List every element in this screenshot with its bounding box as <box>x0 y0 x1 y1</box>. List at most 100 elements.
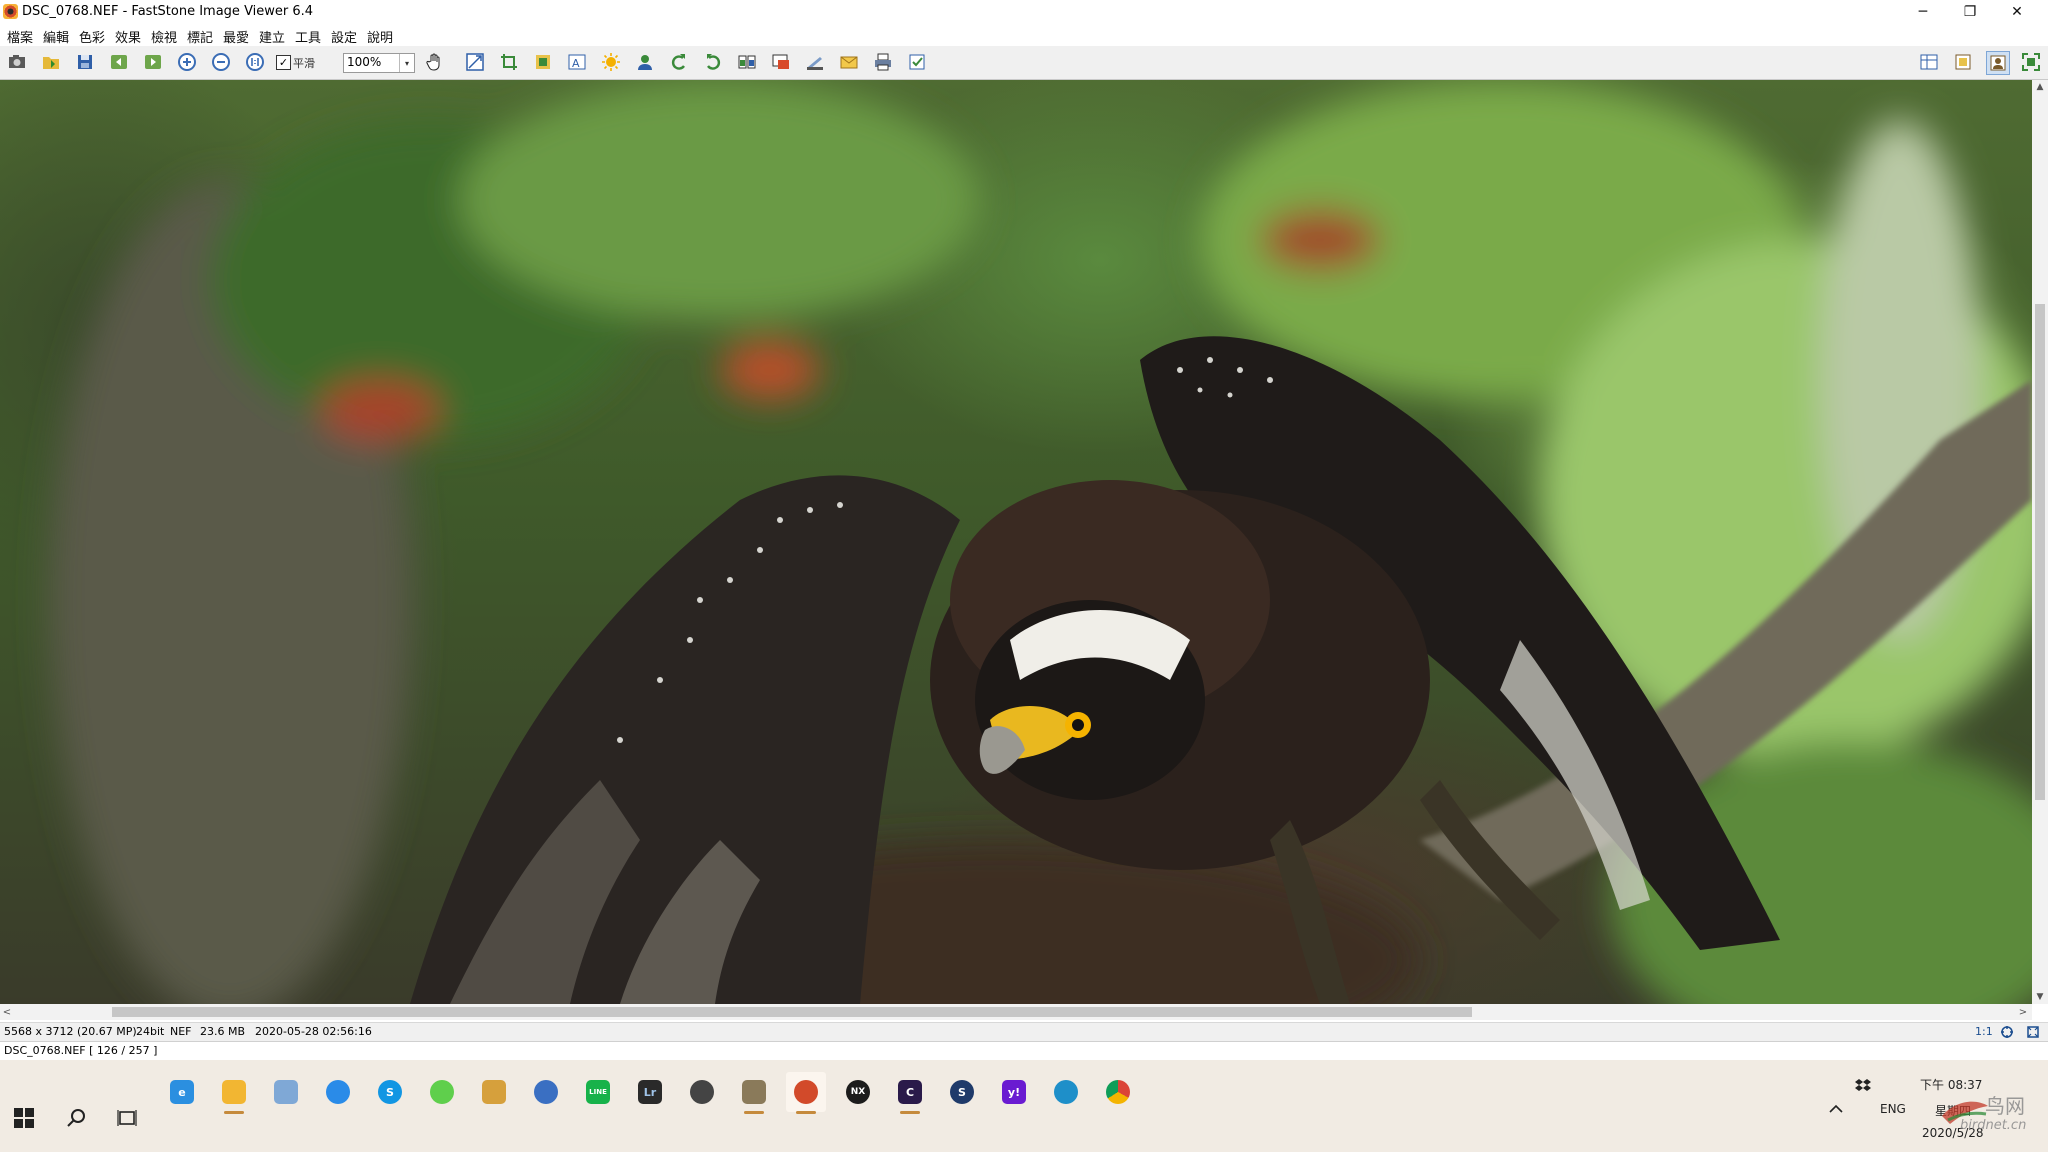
brightness-icon[interactable] <box>600 51 622 73</box>
toolbar: ✓ 平滑 100% ▾ A <box>0 46 2048 80</box>
slideshow-icon[interactable] <box>770 51 792 73</box>
restore-button[interactable]: ❐ <box>1947 0 1993 24</box>
taskbar-app-chrome[interactable] <box>1098 1072 1138 1112</box>
horizontal-scrollbar[interactable]: < > <box>0 1004 2032 1020</box>
vertical-scrollbar[interactable]: ▲ ▼ <box>2032 80 2048 1004</box>
smooth-checkbox[interactable]: ✓ <box>276 55 291 70</box>
hand-tool-icon[interactable] <box>424 51 446 73</box>
menu-view[interactable]: 檢視 <box>151 27 177 46</box>
chevron-down-icon[interactable]: ▾ <box>399 54 414 72</box>
full-screen-icon[interactable] <box>1986 51 2010 75</box>
image-canvas[interactable] <box>0 80 2032 1004</box>
bird-logo-icon <box>1942 1101 1988 1124</box>
menu-help[interactable]: 說明 <box>367 27 393 46</box>
camera-app-icon <box>690 1080 714 1104</box>
zoom-in-icon[interactable] <box>176 51 198 73</box>
taskbar-app-yahoo[interactable]: y! <box>994 1072 1034 1112</box>
file-position: DSC_0768.NEF [ 126 / 257 ] <box>4 1044 158 1057</box>
properties-icon[interactable] <box>906 51 928 73</box>
browse-icon[interactable] <box>40 51 62 73</box>
lightroom-icon: Lr <box>638 1080 662 1104</box>
chrome-icon <box>1106 1080 1130 1104</box>
taskbar-app-faststone[interactable] <box>786 1072 826 1114</box>
edge-icon <box>1054 1080 1078 1104</box>
menu-settings[interactable]: 設定 <box>331 27 357 46</box>
window-title: DSC_0768.NEF - FastStone Image Viewer 6.… <box>22 4 314 19</box>
title-bar: DSC_0768.NEF - FastStone Image Viewer 6.… <box>0 0 2048 24</box>
taskbar-app-nx-studio[interactable]: NX <box>838 1072 878 1112</box>
yahoo-icon: y! <box>1002 1080 1026 1104</box>
scroll-right-icon[interactable]: > <box>2016 1004 2030 1020</box>
crop-icon[interactable] <box>498 51 520 73</box>
taskbar-app-wechat[interactable] <box>422 1072 462 1112</box>
taskbar-app-capture[interactable]: C <box>890 1072 930 1114</box>
text-icon[interactable]: A <box>566 51 588 73</box>
actual-size-icon[interactable] <box>244 51 266 73</box>
chevron-up-icon[interactable] <box>1828 1102 1844 1114</box>
close-button[interactable]: ✕ <box>1994 0 2040 24</box>
file-explorer-icon <box>222 1080 246 1104</box>
color-icon[interactable] <box>634 51 656 73</box>
taskbar-app-onedrive[interactable] <box>318 1072 358 1112</box>
vertical-scroll-thumb[interactable] <box>2035 304 2045 800</box>
rotate-right-icon[interactable] <box>702 51 724 73</box>
browser-globe-icon <box>534 1080 558 1104</box>
scroll-left-icon[interactable]: < <box>0 1004 14 1020</box>
taskbar-app-edge[interactable] <box>1046 1072 1086 1112</box>
zoom-select[interactable]: 100% ▾ <box>343 53 415 73</box>
zoom-out-icon[interactable] <box>210 51 232 73</box>
taskbar-app-browser[interactable] <box>526 1072 566 1112</box>
taskbar-app-shield[interactable]: S <box>942 1072 982 1112</box>
clapper-icon <box>742 1080 766 1104</box>
taskbar-app-notepad[interactable] <box>266 1072 306 1112</box>
menu-file[interactable]: 檔案 <box>7 27 33 46</box>
taskbar-app-skype[interactable]: S <box>370 1072 410 1112</box>
horizontal-scroll-thumb[interactable] <box>112 1007 1472 1017</box>
clock-time[interactable]: 下午 08:37 <box>1920 1076 1982 1093</box>
menu-favorites[interactable]: 最愛 <box>223 27 249 46</box>
dropbox-icon[interactable] <box>1855 1078 1871 1092</box>
file-format: NEF <box>170 1025 192 1038</box>
faststone-app-icon[interactable] <box>3 4 18 19</box>
minimize-button[interactable]: ─ <box>1900 0 1946 24</box>
menu-effects[interactable]: 效果 <box>115 27 141 46</box>
taskbar-app-line[interactable]: LINE <box>578 1072 618 1112</box>
windows-start-icon[interactable] <box>14 1108 34 1128</box>
email-icon[interactable] <box>838 51 860 73</box>
menu-color[interactable]: 色彩 <box>79 27 105 46</box>
rotate-left-icon[interactable] <box>668 51 690 73</box>
scroll-up-icon[interactable]: ▲ <box>2032 80 2048 94</box>
zoom-ratio[interactable]: 1:1 <box>1975 1025 1993 1038</box>
fit-icon[interactable] <box>2000 1025 2014 1039</box>
menu-create[interactable]: 建立 <box>259 27 285 46</box>
next-icon[interactable] <box>142 51 164 73</box>
task-view-icon[interactable] <box>116 1107 138 1129</box>
bit-depth: 24bit <box>136 1025 165 1038</box>
fit-window-icon[interactable] <box>2020 51 2042 73</box>
menu-tag[interactable]: 標記 <box>187 27 213 46</box>
taskbar-app-lightroom[interactable]: Lr <box>630 1072 670 1112</box>
print-icon[interactable] <box>872 51 894 73</box>
language-indicator[interactable]: ENG <box>1880 1102 1906 1116</box>
full-view-icon[interactable] <box>2026 1025 2040 1039</box>
windowed-mode-icon[interactable] <box>1952 51 1974 73</box>
menu-edit[interactable]: 編輯 <box>43 27 69 46</box>
scroll-down-icon[interactable]: ▼ <box>2032 990 2048 1004</box>
resize-icon[interactable] <box>464 51 486 73</box>
taskbar-app-photo[interactable] <box>474 1072 514 1112</box>
scanner-icon[interactable] <box>804 51 826 73</box>
save-icon[interactable] <box>74 51 96 73</box>
search-icon[interactable] <box>66 1107 88 1129</box>
canvas-icon[interactable] <box>532 51 554 73</box>
taskbar: e S LINE Lr NX C S y! ENG 下午 08:37 星期四 2… <box>0 1060 2048 1152</box>
taskbar-app-camera[interactable] <box>682 1072 722 1112</box>
menu-tools[interactable]: 工具 <box>295 27 321 46</box>
browser-mode-icon[interactable] <box>1918 51 1940 73</box>
taskbar-app-clapper[interactable] <box>734 1072 774 1114</box>
taskbar-app-ie[interactable]: e <box>162 1072 202 1112</box>
previous-icon[interactable] <box>108 51 130 73</box>
ie-icon: e <box>170 1080 194 1104</box>
compare-icon[interactable] <box>736 51 758 73</box>
taskbar-app-file-explorer[interactable] <box>214 1072 254 1114</box>
open-icon[interactable] <box>6 51 28 73</box>
